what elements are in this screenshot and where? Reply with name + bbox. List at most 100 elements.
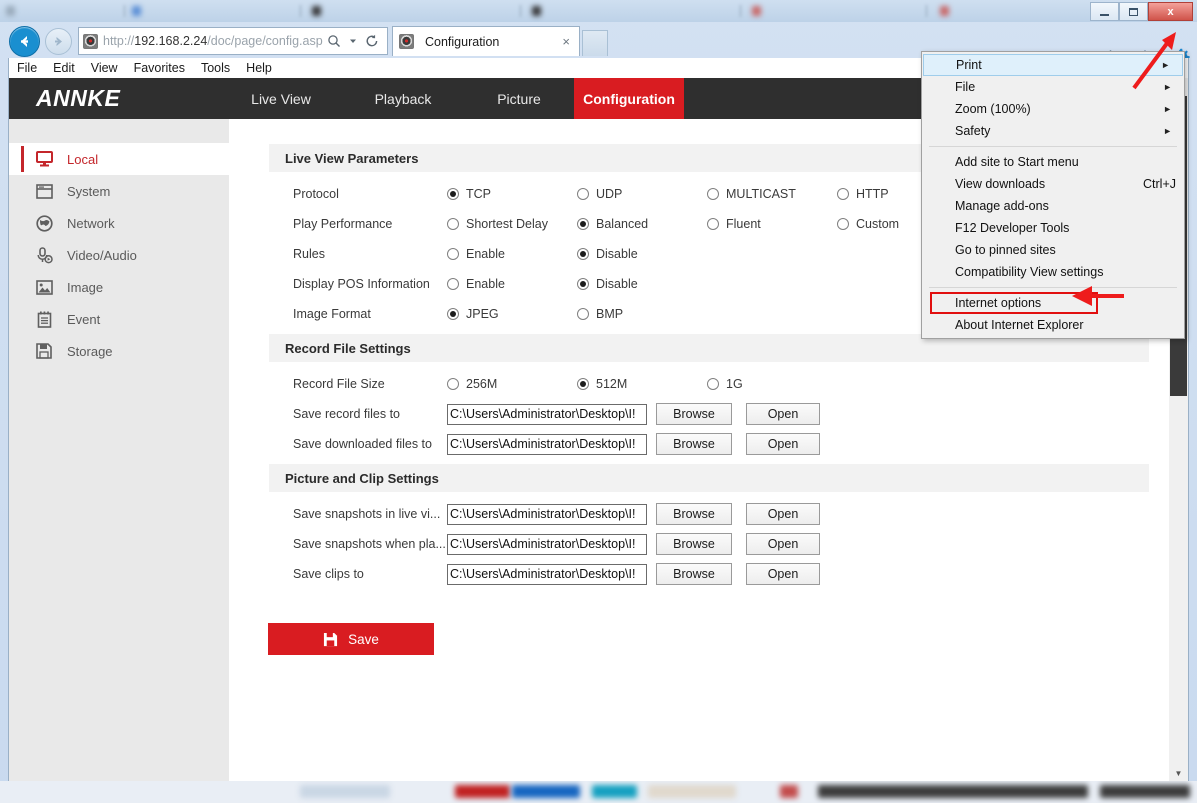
radio-pos-enable[interactable]: Enable xyxy=(447,277,577,291)
row-save-downloaded-files: Save downloaded files to C:\Users\Admini… xyxy=(269,429,1149,459)
close-button[interactable]: x xyxy=(1148,2,1193,21)
radio-perf-balanced[interactable]: Balanced xyxy=(577,217,707,231)
menu-item-go-to-pinned-sites[interactable]: Go to pinned sites xyxy=(922,239,1184,261)
radio-mark xyxy=(447,218,459,230)
menu-item-safety[interactable]: Safety ► xyxy=(922,120,1184,142)
sidebar-footer xyxy=(9,742,229,781)
minimize-button[interactable] xyxy=(1090,2,1119,21)
radio-mark xyxy=(447,188,459,200)
back-button[interactable] xyxy=(9,26,40,57)
menu-item-manage-add-ons[interactable]: Manage add-ons xyxy=(922,195,1184,217)
sidebar-item-system[interactable]: System xyxy=(9,175,229,207)
background-tab-strip xyxy=(0,0,1197,22)
sidebar-item-event[interactable]: Event xyxy=(9,303,229,335)
open-button-record-files[interactable]: Open xyxy=(746,403,820,425)
menu-file[interactable]: File xyxy=(17,61,37,75)
search-icon[interactable] xyxy=(327,34,341,48)
refresh-icon[interactable] xyxy=(365,34,379,48)
radio-label: UDP xyxy=(596,187,623,201)
menu-item-add-site-to-start-menu[interactable]: Add site to Start menu xyxy=(922,151,1184,173)
radio-protocol-udp[interactable]: UDP xyxy=(577,187,707,201)
radio-protocol-multicast[interactable]: MULTICAST xyxy=(707,187,837,201)
sidebar-item-video-audio[interactable]: Video/Audio xyxy=(9,239,229,271)
input-save-record-files[interactable]: C:\Users\Administrator\Desktop\I! xyxy=(447,403,647,425)
menu-favorites[interactable]: Favorites xyxy=(134,61,185,75)
save-button[interactable]: Save xyxy=(268,623,434,655)
browse-button-downloaded-files[interactable]: Browse xyxy=(656,433,732,455)
browse-button-snapshots-playback[interactable]: Browse xyxy=(656,533,732,555)
sidebar-item-local[interactable]: Local xyxy=(9,143,229,175)
nav-playback[interactable]: Playback xyxy=(342,78,464,119)
label-rules: Rules xyxy=(293,247,325,261)
radio-format-jpeg[interactable]: JPEG xyxy=(447,307,577,321)
menu-tools[interactable]: Tools xyxy=(201,61,230,75)
open-button-downloaded-files[interactable]: Open xyxy=(746,433,820,455)
sidebar-item-image[interactable]: Image xyxy=(9,271,229,303)
sidebar-item-network[interactable]: Network xyxy=(9,207,229,239)
tab-close-icon[interactable]: × xyxy=(559,34,573,49)
menu-item-label: Zoom (100%) xyxy=(955,102,1031,116)
radio-pos-disable[interactable]: Disable xyxy=(577,277,707,291)
open-button-snapshots-playback[interactable]: Open xyxy=(746,533,820,555)
radio-protocol-tcp[interactable]: TCP xyxy=(447,187,577,201)
chevron-down-icon[interactable] xyxy=(349,37,357,45)
radio-label: 256M xyxy=(466,377,498,391)
menu-item-accelerator: Ctrl+J xyxy=(1143,177,1176,191)
input-save-clips[interactable]: C:\Users\Administrator\Desktop\I! xyxy=(447,563,647,585)
radio-rules-disable[interactable]: Disable xyxy=(577,247,707,261)
radio-mark xyxy=(577,248,589,260)
radio-size-1g[interactable]: 1G xyxy=(707,377,837,391)
window-controls[interactable]: x xyxy=(1090,2,1193,21)
address-bar[interactable]: http://192.168.2.24/doc/page/config.asp xyxy=(78,27,388,55)
radio-size-512m[interactable]: 512M xyxy=(577,377,707,391)
menu-separator xyxy=(929,287,1177,288)
browse-button-snapshots-live[interactable]: Browse xyxy=(656,503,732,525)
open-button-clips[interactable]: Open xyxy=(746,563,820,585)
sidebar-item-storage[interactable]: Storage xyxy=(9,335,229,367)
sidebar-label-local: Local xyxy=(67,151,99,167)
menu-item-f12-developer-tools[interactable]: F12 Developer Tools xyxy=(922,217,1184,239)
forward-button[interactable] xyxy=(45,28,72,55)
label-save-snapshots-playback: Save snapshots when pla... xyxy=(293,537,446,551)
radio-mark xyxy=(707,378,719,390)
menu-item-label: About Internet Explorer xyxy=(955,318,1084,332)
nav-live-view[interactable]: Live View xyxy=(220,78,342,119)
radio-mark xyxy=(837,188,849,200)
radio-perf-fluent[interactable]: Fluent xyxy=(707,217,837,231)
radio-size-256m[interactable]: 256M xyxy=(447,377,577,391)
nav-picture[interactable]: Picture xyxy=(464,78,574,119)
sidebar-label-image: Image xyxy=(67,279,104,295)
sidebar-label-event: Event xyxy=(67,311,101,327)
globe-icon xyxy=(35,214,53,232)
input-save-downloaded-files[interactable]: C:\Users\Administrator\Desktop\I! xyxy=(447,433,647,455)
menu-item-label: File xyxy=(955,80,976,94)
radio-perf-shortest-delay[interactable]: Shortest Delay xyxy=(447,217,577,231)
browser-tab[interactable]: Configuration × xyxy=(392,26,580,56)
menu-view[interactable]: View xyxy=(91,61,118,75)
nav-configuration[interactable]: Configuration xyxy=(574,78,684,119)
label-protocol: Protocol xyxy=(293,187,339,201)
save-button-label: Save xyxy=(348,631,379,647)
input-save-snapshots-live[interactable]: C:\Users\Administrator\Desktop\I! xyxy=(447,503,647,525)
new-tab-button[interactable] xyxy=(582,30,608,56)
radio-rules-enable[interactable]: Enable xyxy=(447,247,577,261)
menu-item-internet-options[interactable]: Internet options xyxy=(922,292,1184,314)
browse-button-record-files[interactable]: Browse xyxy=(656,403,732,425)
radio-label: Enable xyxy=(466,247,505,261)
menu-edit[interactable]: Edit xyxy=(53,61,75,75)
menu-help[interactable]: Help xyxy=(246,61,272,75)
menu-item-view-downloads[interactable]: View downloads Ctrl+J xyxy=(922,173,1184,195)
scroll-down-arrow-icon[interactable]: ▼ xyxy=(1168,765,1188,781)
browse-button-clips[interactable]: Browse xyxy=(656,563,732,585)
menu-item-about-internet-explorer[interactable]: About Internet Explorer xyxy=(922,314,1184,336)
radio-mark xyxy=(447,378,459,390)
input-save-snapshots-playback[interactable]: C:\Users\Administrator\Desktop\I! xyxy=(447,533,647,555)
menu-item-label: Safety xyxy=(955,124,991,138)
menu-item-zoom[interactable]: Zoom (100%) ► xyxy=(922,98,1184,120)
menu-item-compatibility-view-settings[interactable]: Compatibility View settings xyxy=(922,261,1184,283)
maximize-button[interactable] xyxy=(1119,2,1148,21)
address-text: http://192.168.2.24/doc/page/config.asp xyxy=(103,34,323,48)
row-record-file-size: Record File Size 256M 512M 1G xyxy=(269,369,1149,399)
radio-format-bmp[interactable]: BMP xyxy=(577,307,707,321)
open-button-snapshots-live[interactable]: Open xyxy=(746,503,820,525)
